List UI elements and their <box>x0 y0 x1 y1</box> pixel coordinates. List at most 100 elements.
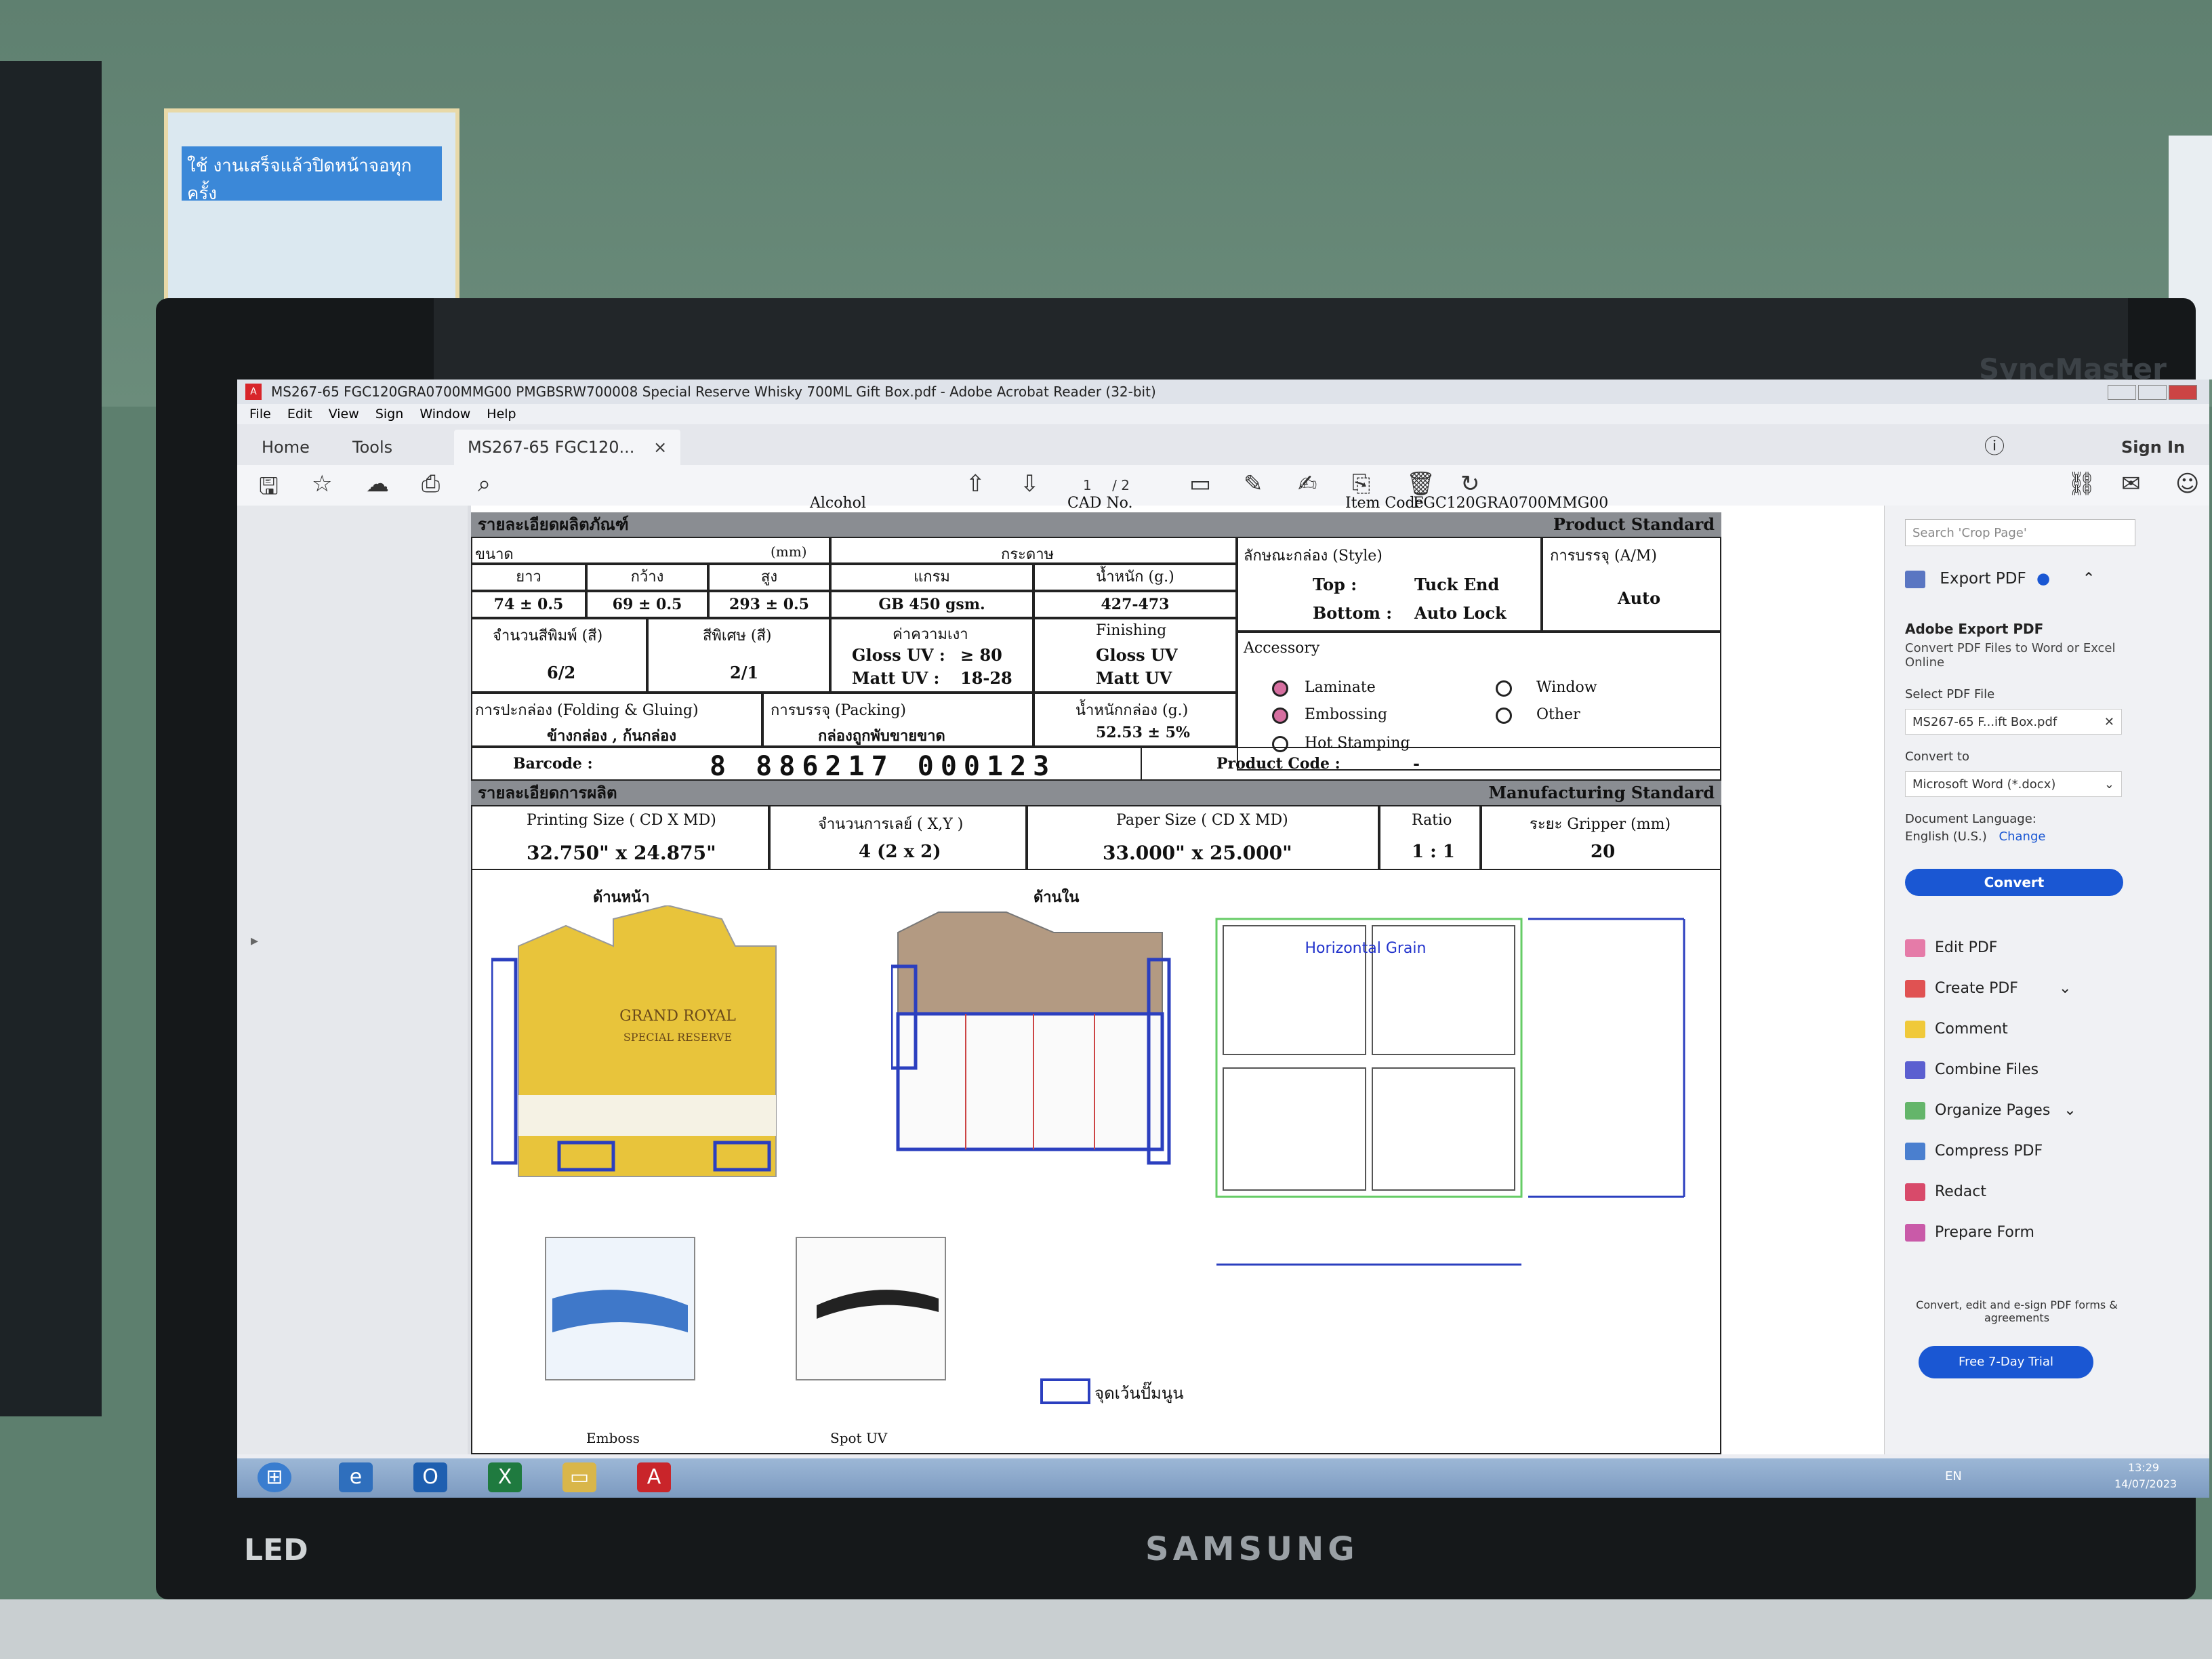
minimize-button[interactable] <box>2108 385 2136 400</box>
gram-value: GB 450 gsm. <box>830 591 1033 618</box>
menu-window[interactable]: Window <box>419 407 470 422</box>
menu-sign[interactable]: Sign <box>375 407 403 422</box>
selected-file-field[interactable]: MS267-65 F...ift Box.pdf ✕ <box>1905 709 2122 735</box>
sticky-note-text: ใช้ งานเสร็จแล้วปิดหน้าจอทุกครั้ง <box>182 146 442 204</box>
height-header: สูง <box>708 564 830 591</box>
print-size-value: 32.750" x 24.875" <box>527 842 716 864</box>
expand-nav-icon[interactable]: ▸ <box>251 933 258 949</box>
free-trial-button[interactable]: Free 7-Day Trial <box>1919 1346 2093 1378</box>
tab-close-icon[interactable]: × <box>653 438 667 457</box>
embossing-radio[interactable] <box>1272 708 1288 724</box>
next-page-icon[interactable]: ⇩ <box>1020 470 1040 497</box>
search-icon[interactable]: ⌕ <box>478 470 491 497</box>
print-size-cell: Printing Size ( CD X MD) 32.750" x 24.87… <box>471 805 769 870</box>
folding-value: ข้างกล่อง , ก้นกล่อง <box>547 727 676 745</box>
change-language-link[interactable]: Change <box>1999 830 2046 844</box>
collapse-chevron-icon[interactable]: ⌃ <box>2082 570 2095 588</box>
tool-edit-pdf[interactable]: Edit PDF <box>1905 939 1997 957</box>
clock-date[interactable]: 14/07/2023 <box>2114 1477 2177 1490</box>
tool-compress-pdf[interactable]: Compress PDF <box>1905 1143 2043 1160</box>
prev-page-icon[interactable]: ⇧ <box>966 470 985 497</box>
stamp-icon[interactable]: ⎘ <box>1352 470 1370 497</box>
page-number[interactable]: 1 / 2 <box>1083 477 1130 493</box>
create-pdf-chevron-icon[interactable]: ⌄ <box>2059 980 2071 997</box>
maximize-button[interactable] <box>2138 385 2167 400</box>
acrobat-taskbar-icon[interactable]: A <box>637 1462 671 1492</box>
gram-header: แกรม <box>830 564 1033 591</box>
finishing-label: Finishing <box>1096 622 1167 639</box>
delete-icon[interactable]: 🗑 <box>1406 470 1435 497</box>
laminate-label: Laminate <box>1305 679 1376 696</box>
upload-cloud-icon[interactable]: ☁ <box>366 470 389 497</box>
sign-in-link[interactable]: Sign In <box>2121 430 2185 465</box>
help-icon[interactable]: ⓘ <box>1984 430 2005 465</box>
paper-header-cell: กระดาษ <box>830 537 1237 564</box>
close-window-button[interactable] <box>2169 385 2197 400</box>
tool-combine-label: Combine Files <box>1935 1061 2039 1078</box>
current-page[interactable]: 1 <box>1083 477 1092 493</box>
email-icon[interactable]: ✉ <box>2121 470 2141 497</box>
internet-explorer-icon[interactable]: e <box>339 1462 373 1492</box>
mfg-section-bar: รายละเอียดการผลิต Manufacturing Standard <box>471 781 1721 805</box>
menu-file[interactable]: File <box>249 407 271 422</box>
clock-time[interactable]: 13:29 <box>2128 1461 2159 1474</box>
weight-header: น้ำหนัก (g.) <box>1033 564 1237 591</box>
cut-label-3: Item Code <box>1345 495 1424 512</box>
adobe-export-title: Adobe Export PDF <box>1905 621 2044 637</box>
outlook-icon[interactable]: O <box>413 1462 447 1492</box>
other-radio[interactable] <box>1496 708 1512 724</box>
convert-to-select[interactable]: Microsoft Word (*.docx) ⌄ <box>1905 771 2122 797</box>
tool-prepare-form[interactable]: Prepare Form <box>1905 1224 2034 1242</box>
rotate-icon[interactable]: ↻ <box>1460 470 1480 497</box>
comment-icon[interactable]: ▭ <box>1189 470 1211 497</box>
tool-comment[interactable]: Comment <box>1905 1021 2008 1038</box>
convert-button[interactable]: Convert <box>1905 869 2123 896</box>
tool-search-input[interactable]: Search 'Crop Page' <box>1905 519 2135 546</box>
tool-create-pdf[interactable]: Create PDF ⌄ <box>1905 980 2071 998</box>
special-colors-label: สีพิเศษ (สี) <box>703 628 772 644</box>
bookmark-star-icon[interactable]: ☆ <box>312 470 332 497</box>
toolbar: 🖫 ☆ ☁ ⎙ ⌕ ⇧ ⇩ 1 / 2 ▭ ✎ ✍ ⎘ 🗑 ↻ ⛓ ✉ ☺ <box>237 465 2209 506</box>
print-icon[interactable]: ⎙ <box>422 470 440 497</box>
highlight-pen-icon[interactable]: ✎ <box>1244 470 1263 497</box>
organize-chevron-icon[interactable]: ⌄ <box>2064 1102 2076 1119</box>
tool-combine-files[interactable]: Combine Files <box>1905 1061 2039 1079</box>
accessory-label: Accessory <box>1244 640 1320 657</box>
box-weight-value: 52.53 ± 5% <box>1096 724 1190 741</box>
language-indicator[interactable]: EN <box>1945 1469 1962 1483</box>
style-label: ลักษณะกล่อง (Style) <box>1244 548 1382 565</box>
special-colors-value: 2/1 <box>730 663 759 682</box>
export-pdf-header[interactable]: Export PDF ● ⌃ <box>1905 570 2095 588</box>
size-header-cell: ขนาด (mm) <box>471 537 830 564</box>
tool-organize-pages[interactable]: Organize Pages ⌄ <box>1905 1102 2076 1120</box>
window-title: MS267-65 FGC120GRA0700MMG00 PMGBSRW70000… <box>271 384 1156 400</box>
total-pages: / 2 <box>1112 477 1130 493</box>
link-icon[interactable]: ⛓ <box>2067 470 2096 497</box>
style-bottom-value: Auto Lock <box>1414 603 1507 623</box>
user-icon[interactable]: ☺ <box>2175 470 2199 497</box>
tool-redact[interactable]: Redact <box>1905 1183 1986 1201</box>
excel-icon[interactable]: X <box>488 1462 522 1492</box>
edit-pdf-icon <box>1905 939 1925 957</box>
emboss-preview <box>545 1237 695 1380</box>
promo-text: Convert, edit and e-sign PDF forms & agr… <box>1916 1298 2118 1324</box>
laminate-radio[interactable] <box>1272 680 1288 697</box>
save-icon[interactable]: 🖫 <box>259 470 279 509</box>
tab-tools[interactable]: Tools <box>352 430 392 465</box>
gloss-uv-label: Gloss UV : <box>852 645 945 665</box>
draw-icon[interactable]: ✍ <box>1298 470 1317 497</box>
folder-icon[interactable]: ▭ <box>562 1462 596 1492</box>
menu-edit[interactable]: Edit <box>287 407 312 422</box>
tab-document[interactable]: MS267-65 FGC120... × <box>454 430 681 465</box>
menu-help[interactable]: Help <box>487 407 516 422</box>
monitor-top <box>434 298 2128 380</box>
start-button-icon[interactable]: ⊞ <box>258 1462 291 1492</box>
paper-size-label: Paper Size ( CD X MD) <box>1116 812 1288 829</box>
window-radio[interactable] <box>1496 680 1512 697</box>
inside-artwork <box>891 912 1171 1165</box>
tab-home[interactable]: Home <box>262 430 310 465</box>
clear-file-icon[interactable]: ✕ <box>2104 710 2114 735</box>
width-header: กว้าง <box>586 564 708 591</box>
gloss-label: ค่าความเงา <box>893 626 968 643</box>
menu-view[interactable]: View <box>329 407 359 422</box>
